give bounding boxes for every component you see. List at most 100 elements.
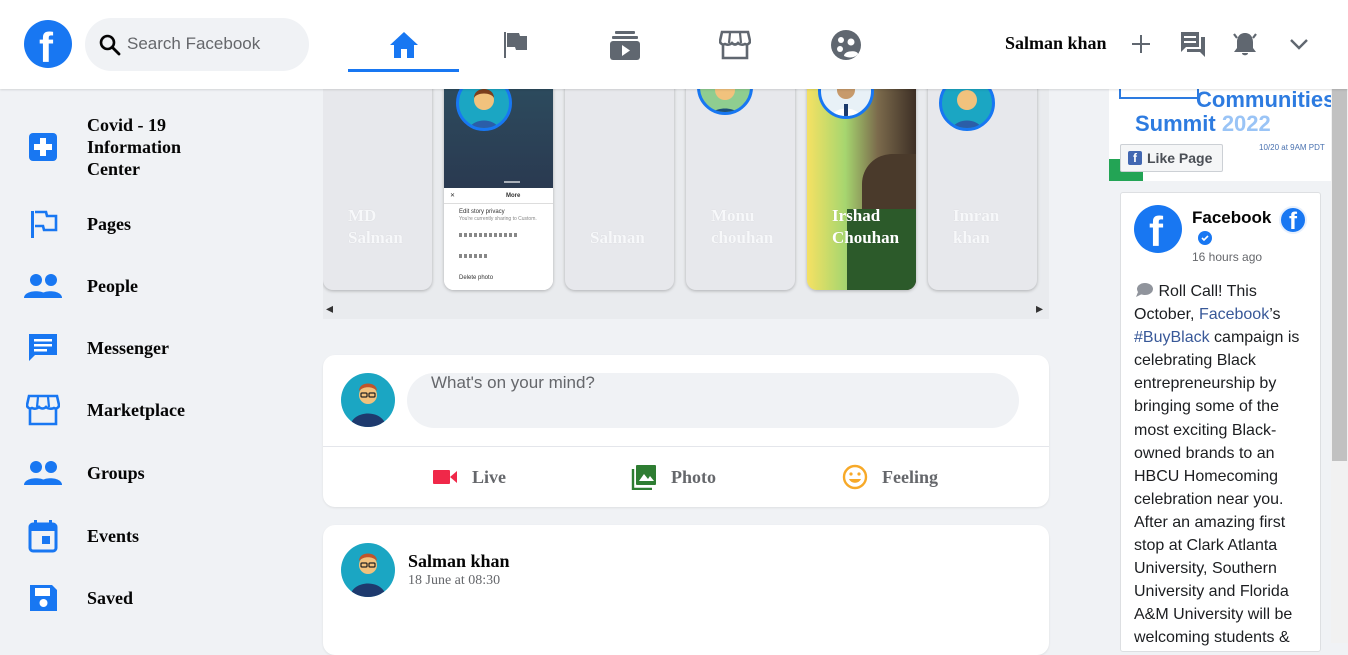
tab-groups[interactable]: [790, 18, 901, 71]
post-author-avatar[interactable]: [341, 543, 395, 597]
photo-label: Photo: [671, 466, 716, 487]
messenger-button[interactable]: [1178, 29, 1208, 59]
sidebar-item-label: People: [87, 276, 138, 296]
feeling-button[interactable]: Feeling: [842, 463, 938, 491]
buyblack-hashtag-link[interactable]: #BuyBlack: [1134, 329, 1210, 346]
facebook-square-icon: f: [1128, 151, 1142, 165]
groups-icon: [830, 29, 861, 60]
sidebar-item-events[interactable]: Events: [24, 517, 294, 555]
story-author-name: Salman: [590, 228, 645, 247]
page-post-time[interactable]: 16 hours ago: [1192, 250, 1262, 264]
tab-home[interactable]: [348, 18, 459, 72]
sidebar-item-covid-info[interactable]: Covid - 19 Information Center: [24, 114, 294, 180]
notifications-button[interactable]: [1230, 29, 1260, 59]
current-user-name[interactable]: Salman khan: [1005, 33, 1107, 54]
feeling-label: Feeling: [882, 466, 938, 487]
post-composer: What's on your mind? Live Photo Feeling: [323, 355, 1049, 507]
sidebar-item-label: Events: [87, 526, 140, 546]
search-input[interactable]: [127, 30, 299, 58]
sidebar-item-groups[interactable]: Groups: [24, 454, 294, 492]
groups-icon: [24, 454, 62, 492]
top-navigation-bar: f Salman khan: [0, 0, 1348, 89]
sidebar-item-messenger[interactable]: Messenger: [24, 329, 294, 367]
tab-watch[interactable]: [569, 18, 680, 71]
live-label: Live: [472, 466, 506, 487]
story-card[interactable]: Salman: [565, 89, 674, 290]
stories-scroll-left[interactable]: ◂: [326, 301, 333, 317]
speech-bubble-icon: [1136, 283, 1153, 297]
story-author-name: MD Salman: [348, 206, 403, 247]
banner-title-line2: Summit 2022: [1135, 111, 1271, 136]
page-post-card: f Facebook 16 hours ago f Roll Call! Thi…: [1120, 192, 1321, 652]
story-avatar: [456, 89, 512, 131]
story-author-name: Imran khan: [953, 206, 1000, 247]
watch-icon: [609, 30, 640, 60]
marketplace-icon: [24, 391, 62, 429]
story-avatar: [697, 89, 753, 115]
sidebar-item-label: Saved: [87, 588, 134, 608]
chevron-down-icon: [1290, 39, 1308, 50]
user-avatar[interactable]: [341, 373, 395, 427]
live-video-icon: [433, 470, 457, 484]
events-icon: [24, 517, 62, 555]
story-author-name: Monu chouhan: [711, 206, 774, 247]
tab-pages[interactable]: [459, 18, 570, 71]
banner-date: 10/20 at 9AM PDT: [1259, 143, 1325, 152]
facebook-link[interactable]: Facebook: [1199, 306, 1269, 323]
covid-info-icon: [24, 128, 62, 166]
facebook-page-avatar[interactable]: f: [1134, 205, 1182, 255]
sidebar-item-label: Marketplace: [87, 400, 185, 420]
messenger-icon: [24, 329, 62, 367]
sponsored-page-banner[interactable]: Communities Summit 2022 10/20 at 9AM PDT…: [1109, 89, 1348, 181]
bell-alert-icon: [1233, 33, 1257, 56]
sidebar-item-marketplace[interactable]: Marketplace: [24, 391, 294, 429]
facebook-logo-letter: f: [39, 24, 53, 71]
story-avatar: [939, 89, 995, 131]
photo-button[interactable]: Photo: [631, 463, 716, 491]
create-button[interactable]: [1126, 29, 1156, 59]
feed-post: Salman khan 18 June at 08:30: [323, 525, 1049, 655]
facebook-logo[interactable]: f: [24, 20, 72, 71]
tab-marketplace[interactable]: [679, 18, 790, 71]
account-menu-button[interactable]: [1284, 29, 1314, 59]
sidebar-item-label: Pages: [87, 214, 131, 234]
sidebar-item-pages[interactable]: Pages: [24, 205, 294, 243]
whats-on-your-mind-input[interactable]: What's on your mind?: [407, 373, 1019, 428]
composer-divider: [323, 446, 1049, 447]
sidebar-item-label: Messenger: [87, 338, 169, 358]
home-icon: [389, 31, 418, 58]
feeling-icon: [842, 464, 868, 490]
page-name[interactable]: Facebook: [1192, 208, 1271, 228]
search-icon: [99, 34, 121, 56]
like-page-button[interactable]: f Like Page: [1120, 144, 1224, 172]
photo-icon: [631, 465, 656, 490]
stories-scroll-right[interactable]: ▸: [1036, 301, 1043, 317]
sidebar-item-people[interactable]: People: [24, 267, 294, 305]
sidebar-item-label: Covid - 19 Information Center: [87, 115, 181, 179]
saved-icon: [24, 579, 62, 617]
sidebar-item-label: Groups: [87, 463, 145, 483]
plus-icon: [1132, 35, 1150, 53]
page-post-text: Roll Call! This October, Facebook’s #Buy…: [1134, 283, 1300, 647]
story-card[interactable]: Imran khan: [928, 89, 1037, 290]
right-column-scrollbar[interactable]: [1331, 89, 1348, 643]
verified-badge-icon: [1198, 231, 1212, 245]
story-card[interactable]: Monu chouhan: [686, 89, 795, 290]
post-author-name[interactable]: Salman khan: [408, 551, 510, 572]
story-card[interactable]: ✕ More Edit story privacy You're current…: [444, 89, 553, 290]
like-page-label: Like Page: [1147, 150, 1213, 166]
scrollbar-thumb[interactable]: [1332, 89, 1347, 461]
story-author-name: Irshad Chouhan: [832, 206, 900, 247]
story-menu-preview: ✕ More Edit story privacy You're current…: [444, 188, 553, 290]
search-box[interactable]: [85, 18, 309, 71]
sidebar-item-saved[interactable]: Saved: [24, 579, 294, 617]
facebook-small-logo-icon: f: [1279, 206, 1307, 235]
flag-icon: [503, 31, 527, 58]
live-video-button[interactable]: Live: [432, 463, 506, 491]
pages-flag-icon: [24, 205, 62, 243]
story-card[interactable]: MD Salman: [323, 89, 432, 290]
story-card[interactable]: Irshad Chouhan: [807, 89, 916, 290]
chat-icon: [1181, 32, 1205, 57]
story-avatar: [818, 89, 874, 119]
post-timestamp[interactable]: 18 June at 08:30: [408, 573, 500, 589]
